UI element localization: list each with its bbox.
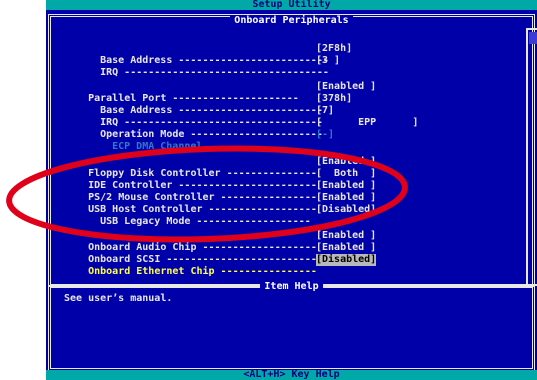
ps2-mouse-controller-row[interactable]: PS/2 Mouse Controller ---------------- […: [64, 180, 376, 203]
setting-value[interactable]: [378h]: [316, 93, 352, 105]
setting-value[interactable]: [Enabled ]: [316, 242, 376, 254]
serial-base-address-row[interactable]: Base Address ------------------------- […: [76, 43, 352, 66]
help-title-wrap: Item Help: [46, 281, 537, 292]
parallel-base-address-row[interactable]: Base Address ------------------------ [3…: [76, 93, 352, 116]
usb-legacy-mode-row[interactable]: USB Legacy Mode ------------------- [Dis…: [76, 204, 376, 227]
setting-value[interactable]: [Enabled ]: [316, 81, 376, 93]
scrollbar-thumb[interactable]: [529, 32, 537, 44]
onboard-audio-row[interactable]: Onboard Audio Chip ------------------- […: [64, 230, 376, 253]
setting-label: IRQ ----------------------------------: [100, 67, 329, 78]
floppy-controller-row[interactable]: Floppy Disk Controller --------------- […: [64, 156, 376, 179]
setup-title: Setup Utility: [46, 0, 537, 10]
onboard-scsi-row[interactable]: Onboard SCSI ------------------------- […: [64, 242, 376, 265]
scrollbar[interactable]: [526, 28, 537, 286]
help-title: Item Help: [260, 281, 323, 292]
usb-host-controller-row[interactable]: USB Host Controller ------------------ […: [64, 192, 376, 215]
setting-label: ECP DMA Channel: [112, 141, 203, 152]
setting-value[interactable]: [Disabled]: [316, 204, 376, 216]
ide-controller-row[interactable]: IDE Controller ----------------------- […: [64, 168, 376, 191]
bios-screen: Setup Utility Onboard Peripherals Base A…: [46, 0, 537, 380]
parallel-irq-row[interactable]: IRQ --------------------------------- [7…: [76, 105, 334, 128]
setting-value[interactable]: [Enabled ]: [316, 180, 376, 192]
setting-value[interactable]: [7]: [316, 105, 334, 117]
setting-value[interactable]: [Enabled ]: [316, 192, 376, 204]
section-title-wrap: Onboard Peripherals: [46, 15, 537, 26]
setting-value[interactable]: [ EPP ]: [316, 117, 418, 129]
ecp-dma-channel-row: ECP DMA Channel [-]: [88, 129, 334, 152]
serial-irq-row[interactable]: IRQ ---------------------------------- […: [76, 55, 340, 78]
setting-label: USB Legacy Mode -------------------: [100, 216, 311, 227]
setting-value[interactable]: [3 ]: [316, 55, 340, 67]
setting-value-selected[interactable]: [Disabled]: [316, 254, 377, 266]
setting-value[interactable]: [ Both ]: [316, 168, 376, 180]
onboard-ethernet-row[interactable]: Onboard Ethernet Chip ---------------- […: [64, 254, 377, 277]
setting-value[interactable]: [Enabled ]: [316, 230, 376, 242]
setting-value: [-]: [316, 129, 335, 140]
parallel-port-row[interactable]: Parallel Port --------------------- [Ena…: [64, 81, 376, 104]
setting-label: Onboard Ethernet Chip ----------------: [88, 266, 317, 277]
section-title: Onboard Peripherals: [230, 15, 353, 26]
help-text: See user’s manual.: [64, 293, 173, 304]
setting-value[interactable]: [Enabled ]: [316, 156, 376, 168]
operation-mode-row[interactable]: Operation Mode ---------------------- [ …: [76, 117, 418, 140]
key-help-bar: <ALT+H> Key Help: [46, 370, 537, 380]
setting-value[interactable]: [2F8h]: [316, 43, 352, 55]
